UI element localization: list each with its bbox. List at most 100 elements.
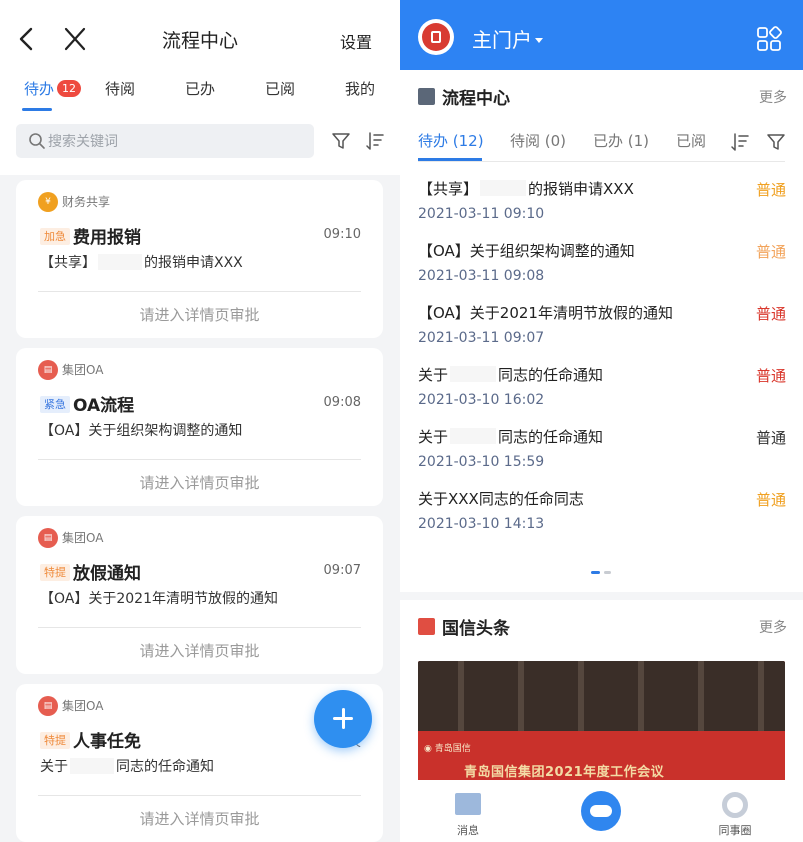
task-card[interactable]: ▤ 集团OA 特提 放假通知 09:07 【OA】关于2021年清明节放假的通知… bbox=[16, 516, 383, 674]
apps-grid-icon[interactable] bbox=[756, 26, 782, 52]
tab-read[interactable]: 已阅 bbox=[676, 130, 706, 151]
task-description: 【共享】 的报销申请XXX bbox=[40, 254, 243, 271]
tab-to-read[interactable]: 待阅 bbox=[105, 78, 135, 99]
list-item[interactable]: 关于 同志的任命通知 2021-03-10 16:02 普通 bbox=[418, 364, 788, 418]
active-tab-indicator bbox=[22, 108, 52, 111]
task-source: 集团OA bbox=[62, 531, 104, 545]
item-title: 关于 同志的任命通知 bbox=[418, 428, 604, 446]
divider bbox=[38, 627, 361, 628]
list-item[interactable]: 【OA】关于组织架构调整的通知 2021-03-11 09:08 普通 bbox=[418, 240, 788, 294]
priority-label: 普通 bbox=[755, 243, 786, 261]
task-source: 财务共享 bbox=[62, 195, 111, 209]
flow-center-header: 流程中心 设置 待办 12 待阅 已办 已阅 我的 搜索关键词 bbox=[0, 0, 400, 175]
active-tab-indicator bbox=[418, 158, 482, 161]
filter-icon[interactable] bbox=[330, 130, 352, 152]
approve-in-detail-link[interactable]: 请进入详情页审批 bbox=[16, 808, 383, 829]
list-item[interactable]: 关于 同志的任命通知 2021-03-10 15:59 普通 bbox=[418, 426, 788, 480]
sort-icon[interactable] bbox=[364, 130, 386, 152]
task-source: 集团OA bbox=[62, 699, 104, 713]
bottom-nav: 消息 同事圈 bbox=[400, 780, 803, 842]
redacted-name bbox=[98, 254, 142, 270]
more-link[interactable]: 更多 bbox=[759, 87, 787, 107]
task-card[interactable]: ¥ 财务共享 加急 费用报销 09:10 【共享】 的报销申请XXX 请进入详情页… bbox=[16, 180, 383, 338]
page-title: 流程中心 bbox=[161, 30, 238, 52]
task-time: 09:08 bbox=[323, 395, 361, 410]
news-banner-image[interactable]: ◉ 青岛国信 青岛国信集团2021年度工作会议 bbox=[418, 661, 785, 782]
task-title: 放假通知 bbox=[73, 564, 141, 584]
task-card[interactable]: ▤ 集团OA 紧急 OA流程 09:08 【OA】关于组织架构调整的通知 请进入… bbox=[16, 348, 383, 506]
priority-tag: 特提 bbox=[40, 732, 70, 749]
divider bbox=[38, 291, 361, 292]
tab-done[interactable]: 已办 (1) bbox=[593, 130, 649, 151]
item-time: 2021-03-10 15:59 bbox=[418, 454, 545, 470]
finance-icon: ¥ bbox=[38, 192, 58, 212]
tab-read[interactable]: 已阅 bbox=[265, 78, 295, 99]
nav-colleagues[interactable]: 同事圈 bbox=[695, 780, 775, 842]
task-title: 费用报销 bbox=[73, 228, 141, 248]
oa-icon: ▤ bbox=[38, 528, 58, 548]
search-icon bbox=[29, 133, 45, 149]
divider bbox=[38, 459, 361, 460]
priority-label: 普通 bbox=[755, 305, 786, 323]
redacted-name bbox=[450, 366, 497, 382]
sort-icon[interactable] bbox=[729, 131, 751, 153]
priority-label: 普通 bbox=[755, 491, 786, 509]
flow-center-widget: 流程中心 更多 待办 (12) 待阅 (0) 已办 (1) 已阅 【共享】 的报销… bbox=[400, 70, 803, 592]
portal-switcher[interactable]: 主门户 bbox=[472, 24, 543, 53]
approve-in-detail-link[interactable]: 请进入详情页审批 bbox=[16, 472, 383, 493]
news-icon bbox=[418, 618, 435, 635]
more-link[interactable]: 更多 bbox=[759, 617, 787, 637]
search-placeholder: 搜索关键词 bbox=[48, 134, 118, 150]
task-title: OA流程 bbox=[73, 396, 135, 416]
tab-to-read[interactable]: 待阅 (0) bbox=[510, 130, 566, 151]
list-item[interactable]: 【OA】关于2021年清明节放假的通知 2021-03-11 09:07 普通 bbox=[418, 302, 788, 356]
moments-icon bbox=[722, 792, 748, 818]
list-item[interactable]: 关于XXX同志的任命同志 2021-03-10 14:13 普通 bbox=[418, 488, 788, 542]
caret-down-icon bbox=[535, 38, 543, 43]
widget-title: 流程中心 bbox=[442, 89, 510, 109]
item-title: 关于XXX同志的任命同志 bbox=[418, 490, 584, 508]
nav-home[interactable] bbox=[561, 780, 641, 842]
redacted-name bbox=[450, 428, 497, 444]
task-time: 09:07 bbox=[323, 563, 361, 578]
banner-logo: ◉ 青岛国信 bbox=[424, 744, 471, 754]
company-logo bbox=[418, 19, 454, 55]
item-time: 2021-03-11 09:07 bbox=[418, 330, 545, 346]
task-description: 【OA】关于组织架构调整的通知 bbox=[40, 423, 243, 439]
task-title: 人事任免 bbox=[73, 732, 141, 752]
divider bbox=[418, 161, 785, 162]
tab-done[interactable]: 已办 bbox=[185, 78, 215, 99]
tab-todo[interactable]: 待办 12 bbox=[24, 78, 82, 99]
approve-in-detail-link[interactable]: 请进入详情页审批 bbox=[16, 304, 383, 325]
widget-title: 国信头条 bbox=[442, 619, 510, 639]
oa-icon: ▤ bbox=[38, 696, 58, 716]
oa-icon: ▤ bbox=[38, 360, 58, 380]
portal-label: 主门户 bbox=[472, 28, 532, 52]
redacted-name bbox=[480, 180, 527, 196]
nav-messages[interactable]: 消息 bbox=[428, 780, 508, 842]
redacted-name bbox=[70, 758, 114, 774]
item-time: 2021-03-11 09:10 bbox=[418, 206, 545, 222]
filter-icon[interactable] bbox=[765, 131, 787, 153]
search-input[interactable]: 搜索关键词 bbox=[16, 124, 314, 158]
cloud-icon bbox=[581, 791, 621, 831]
add-button[interactable] bbox=[314, 690, 372, 748]
tab-mine[interactable]: 我的 bbox=[345, 78, 375, 99]
pager-dot bbox=[604, 571, 611, 574]
item-title: 【OA】关于组织架构调整的通知 bbox=[418, 242, 635, 260]
task-description: 【OA】关于2021年清明节放假的通知 bbox=[40, 591, 278, 607]
portal-header: 主门户 bbox=[400, 0, 803, 70]
nav-label: 消息 bbox=[457, 824, 479, 837]
task-description: 关于 同志的任命通知 bbox=[40, 758, 214, 775]
settings-button[interactable]: 设置 bbox=[340, 29, 372, 53]
item-title: 【OA】关于2021年清明节放假的通知 bbox=[418, 304, 673, 322]
tab-todo[interactable]: 待办 (12) bbox=[418, 130, 484, 151]
approve-in-detail-link[interactable]: 请进入详情页审批 bbox=[16, 640, 383, 661]
back-icon[interactable] bbox=[14, 24, 40, 54]
close-icon[interactable] bbox=[60, 24, 90, 54]
flow-center-pane: 流程中心 设置 待办 12 待阅 已办 已阅 我的 搜索关键词 ¥ 财务共享 加… bbox=[0, 0, 400, 842]
priority-tag: 特提 bbox=[40, 564, 70, 581]
task-source: 集团OA bbox=[62, 363, 104, 377]
list-item[interactable]: 【共享】 的报销申请XXX 2021-03-11 09:10 普通 bbox=[418, 178, 788, 232]
item-title: 【共享】 的报销申请XXX bbox=[418, 180, 634, 198]
